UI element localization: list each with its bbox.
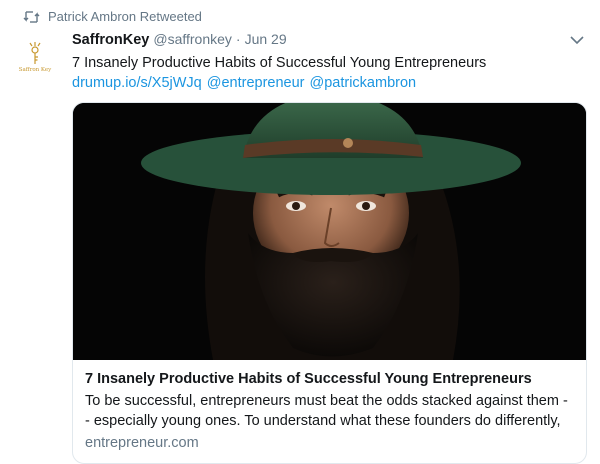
card-image[interactable] <box>73 103 586 360</box>
shortened-url-link[interactable]: drumup.io/s/X5jWJq <box>72 75 202 91</box>
card-text: 7 Insanely Productive Habits of Successf… <box>73 360 586 453</box>
avatar[interactable]: Saffron Key <box>10 40 60 90</box>
link-card[interactable]: 7 Insanely Productive Habits of Successf… <box>72 102 587 464</box>
mention-entrepreneur-link[interactable]: @entrepreneur <box>207 75 305 91</box>
chevron-down-icon[interactable] <box>570 35 584 45</box>
tweet-links: drumup.io/s/X5jWJq @entrepreneur @patricka… <box>72 73 590 93</box>
retweeted-by-label[interactable]: Patrick Ambron Retweeted <box>48 9 202 24</box>
user-handle[interactable]: @saffronkey <box>153 31 232 47</box>
card-description: To be successful, entrepreneurs must bea… <box>85 393 568 429</box>
tweet-header: SaffronKey @saffronkey · Jun 29 <box>72 31 590 51</box>
card-title[interactable]: 7 Insanely Productive Habits of Successf… <box>85 369 574 389</box>
display-name[interactable]: SaffronKey <box>72 32 149 48</box>
avatar-wordmark: Saffron Key <box>19 67 52 73</box>
tweet-date[interactable]: Jun 29 <box>245 31 287 47</box>
retweet-context[interactable]: Patrick Ambron Retweeted <box>22 9 202 24</box>
tweet: SaffronKey @saffronkey · Jun 29 7 Insane… <box>72 31 590 93</box>
tweet-text: 7 Insanely Productive Habits of Successf… <box>72 55 487 71</box>
card-domain[interactable]: entrepreneur.com <box>85 433 574 453</box>
mention-patrickambron-link[interactable]: @patrickambron <box>310 75 417 91</box>
retweet-icon <box>22 10 42 24</box>
separator: · <box>235 31 241 47</box>
